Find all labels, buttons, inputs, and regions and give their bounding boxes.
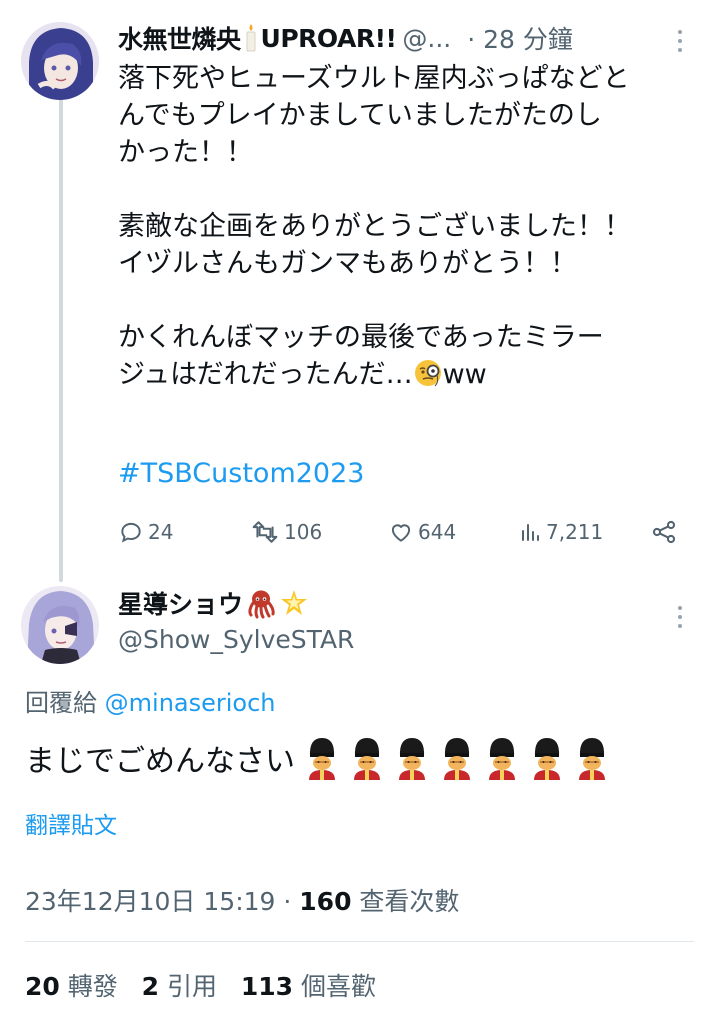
- guard-emoji: [303, 736, 341, 780]
- author-name[interactable]: 水無世燐央: [118, 20, 241, 56]
- author-name-suffix[interactable]: UPROAR!!: [261, 24, 397, 53]
- reply-to-label: 回覆給: [25, 689, 97, 717]
- reply-to-line: 回覆給 @minaserioch: [25, 683, 276, 718]
- retweet-button[interactable]: 106: [250, 512, 322, 552]
- retweets-label: 轉發: [67, 972, 118, 1001]
- quotes-stat[interactable]: 2 引用: [142, 972, 217, 1001]
- quotes-count: 2: [141, 972, 160, 1001]
- like-button[interactable]: 644: [388, 512, 456, 552]
- guard-emoji: [573, 736, 611, 780]
- main-tweet-text: まじでごめんなさい: [25, 736, 611, 780]
- views-label: 查看次數: [359, 887, 460, 916]
- reply-to-handle-link[interactable]: @minaserioch: [105, 689, 276, 717]
- views-button[interactable]: 7,211: [518, 512, 603, 552]
- like-icon: [391, 524, 411, 542]
- tweet-timestamp[interactable]: 23年12月10日 15:19: [25, 887, 275, 916]
- time-separator: ·: [467, 25, 476, 54]
- tweet-text: 落下死やヒューズウルト屋内ぶっぱなどと んでもプレイかましていましたがたのし か…: [118, 60, 678, 393]
- guard-emoji-row: [303, 736, 611, 780]
- sparkle-star-emoji: [281, 590, 308, 615]
- author-handle[interactable]: @...: [402, 24, 451, 53]
- likes-label: 個喜歡: [300, 972, 376, 1001]
- quotes-label: 引用: [166, 972, 217, 1001]
- guard-emoji: [438, 736, 476, 780]
- translate-post-link[interactable]: 翻譯貼文: [25, 806, 117, 840]
- time-label: 28 分鐘: [483, 25, 573, 54]
- reply-count: 24: [148, 520, 174, 544]
- engagement-stats: 20 轉發 2 引用 113 個喜歡: [25, 967, 376, 1003]
- guard-emoji: [528, 736, 566, 780]
- likes-stat[interactable]: 113 個喜歡: [241, 972, 376, 1001]
- retweets-stat[interactable]: 20 轉發: [25, 972, 118, 1001]
- divider: [25, 941, 694, 942]
- tweet-text-tail: ww: [442, 359, 487, 390]
- octopus-emoji: [248, 590, 275, 619]
- views-total: 160: [299, 887, 352, 916]
- avatar-thread-author[interactable]: [21, 22, 99, 100]
- more-icon[interactable]: [676, 30, 684, 52]
- share-icon: [652, 520, 676, 544]
- more-icon[interactable]: [676, 606, 684, 628]
- views-count: 7,211: [546, 520, 604, 544]
- views-icon: [522, 524, 539, 541]
- likes-count: 113: [240, 972, 294, 1001]
- hashtag-link[interactable]: #TSBCustom2023: [118, 458, 364, 489]
- candle-emoji: [244, 23, 258, 53]
- monocle-face-emoji: [413, 358, 443, 388]
- share-button[interactable]: [650, 512, 682, 552]
- tweet-text-main: 落下死やヒューズウルト屋内ぶっぱなどと んでもプレイかましていましたがたのし か…: [118, 63, 631, 390]
- tweet-actions: 24 106 644 7,211: [118, 512, 688, 552]
- tweet-meta: 23年12月10日 15:19 · 160 查看次數: [25, 882, 459, 918]
- retweets-count: 20: [25, 972, 60, 1001]
- guard-emoji: [483, 736, 521, 780]
- thread-connector-line: [59, 98, 63, 582]
- retweet-icon: [252, 521, 278, 543]
- main-tweet-header: 星導ショウ @Show_SylveSTAR: [118, 585, 354, 654]
- main-author-name[interactable]: 星導ショウ: [118, 585, 243, 621]
- retweet-count: 106: [284, 520, 323, 544]
- main-tweet-text-content: まじでごめんなさい: [25, 744, 295, 779]
- meta-separator: ·: [275, 887, 300, 916]
- thread-tweet-header: 水無世燐央 UPROAR!! @... · 28 分鐘: [118, 16, 696, 60]
- guard-emoji: [348, 736, 386, 780]
- main-author-name-row[interactable]: 星導ショウ: [118, 585, 354, 621]
- guard-emoji: [393, 736, 431, 780]
- avatar-main-author[interactable]: [21, 586, 99, 664]
- reply-icon: [121, 522, 141, 543]
- reply-button[interactable]: 24: [118, 512, 173, 552]
- like-count: 644: [418, 520, 457, 544]
- tweet-time[interactable]: · 28 分鐘: [467, 20, 573, 56]
- main-author-handle[interactable]: @Show_SylveSTAR: [118, 625, 354, 654]
